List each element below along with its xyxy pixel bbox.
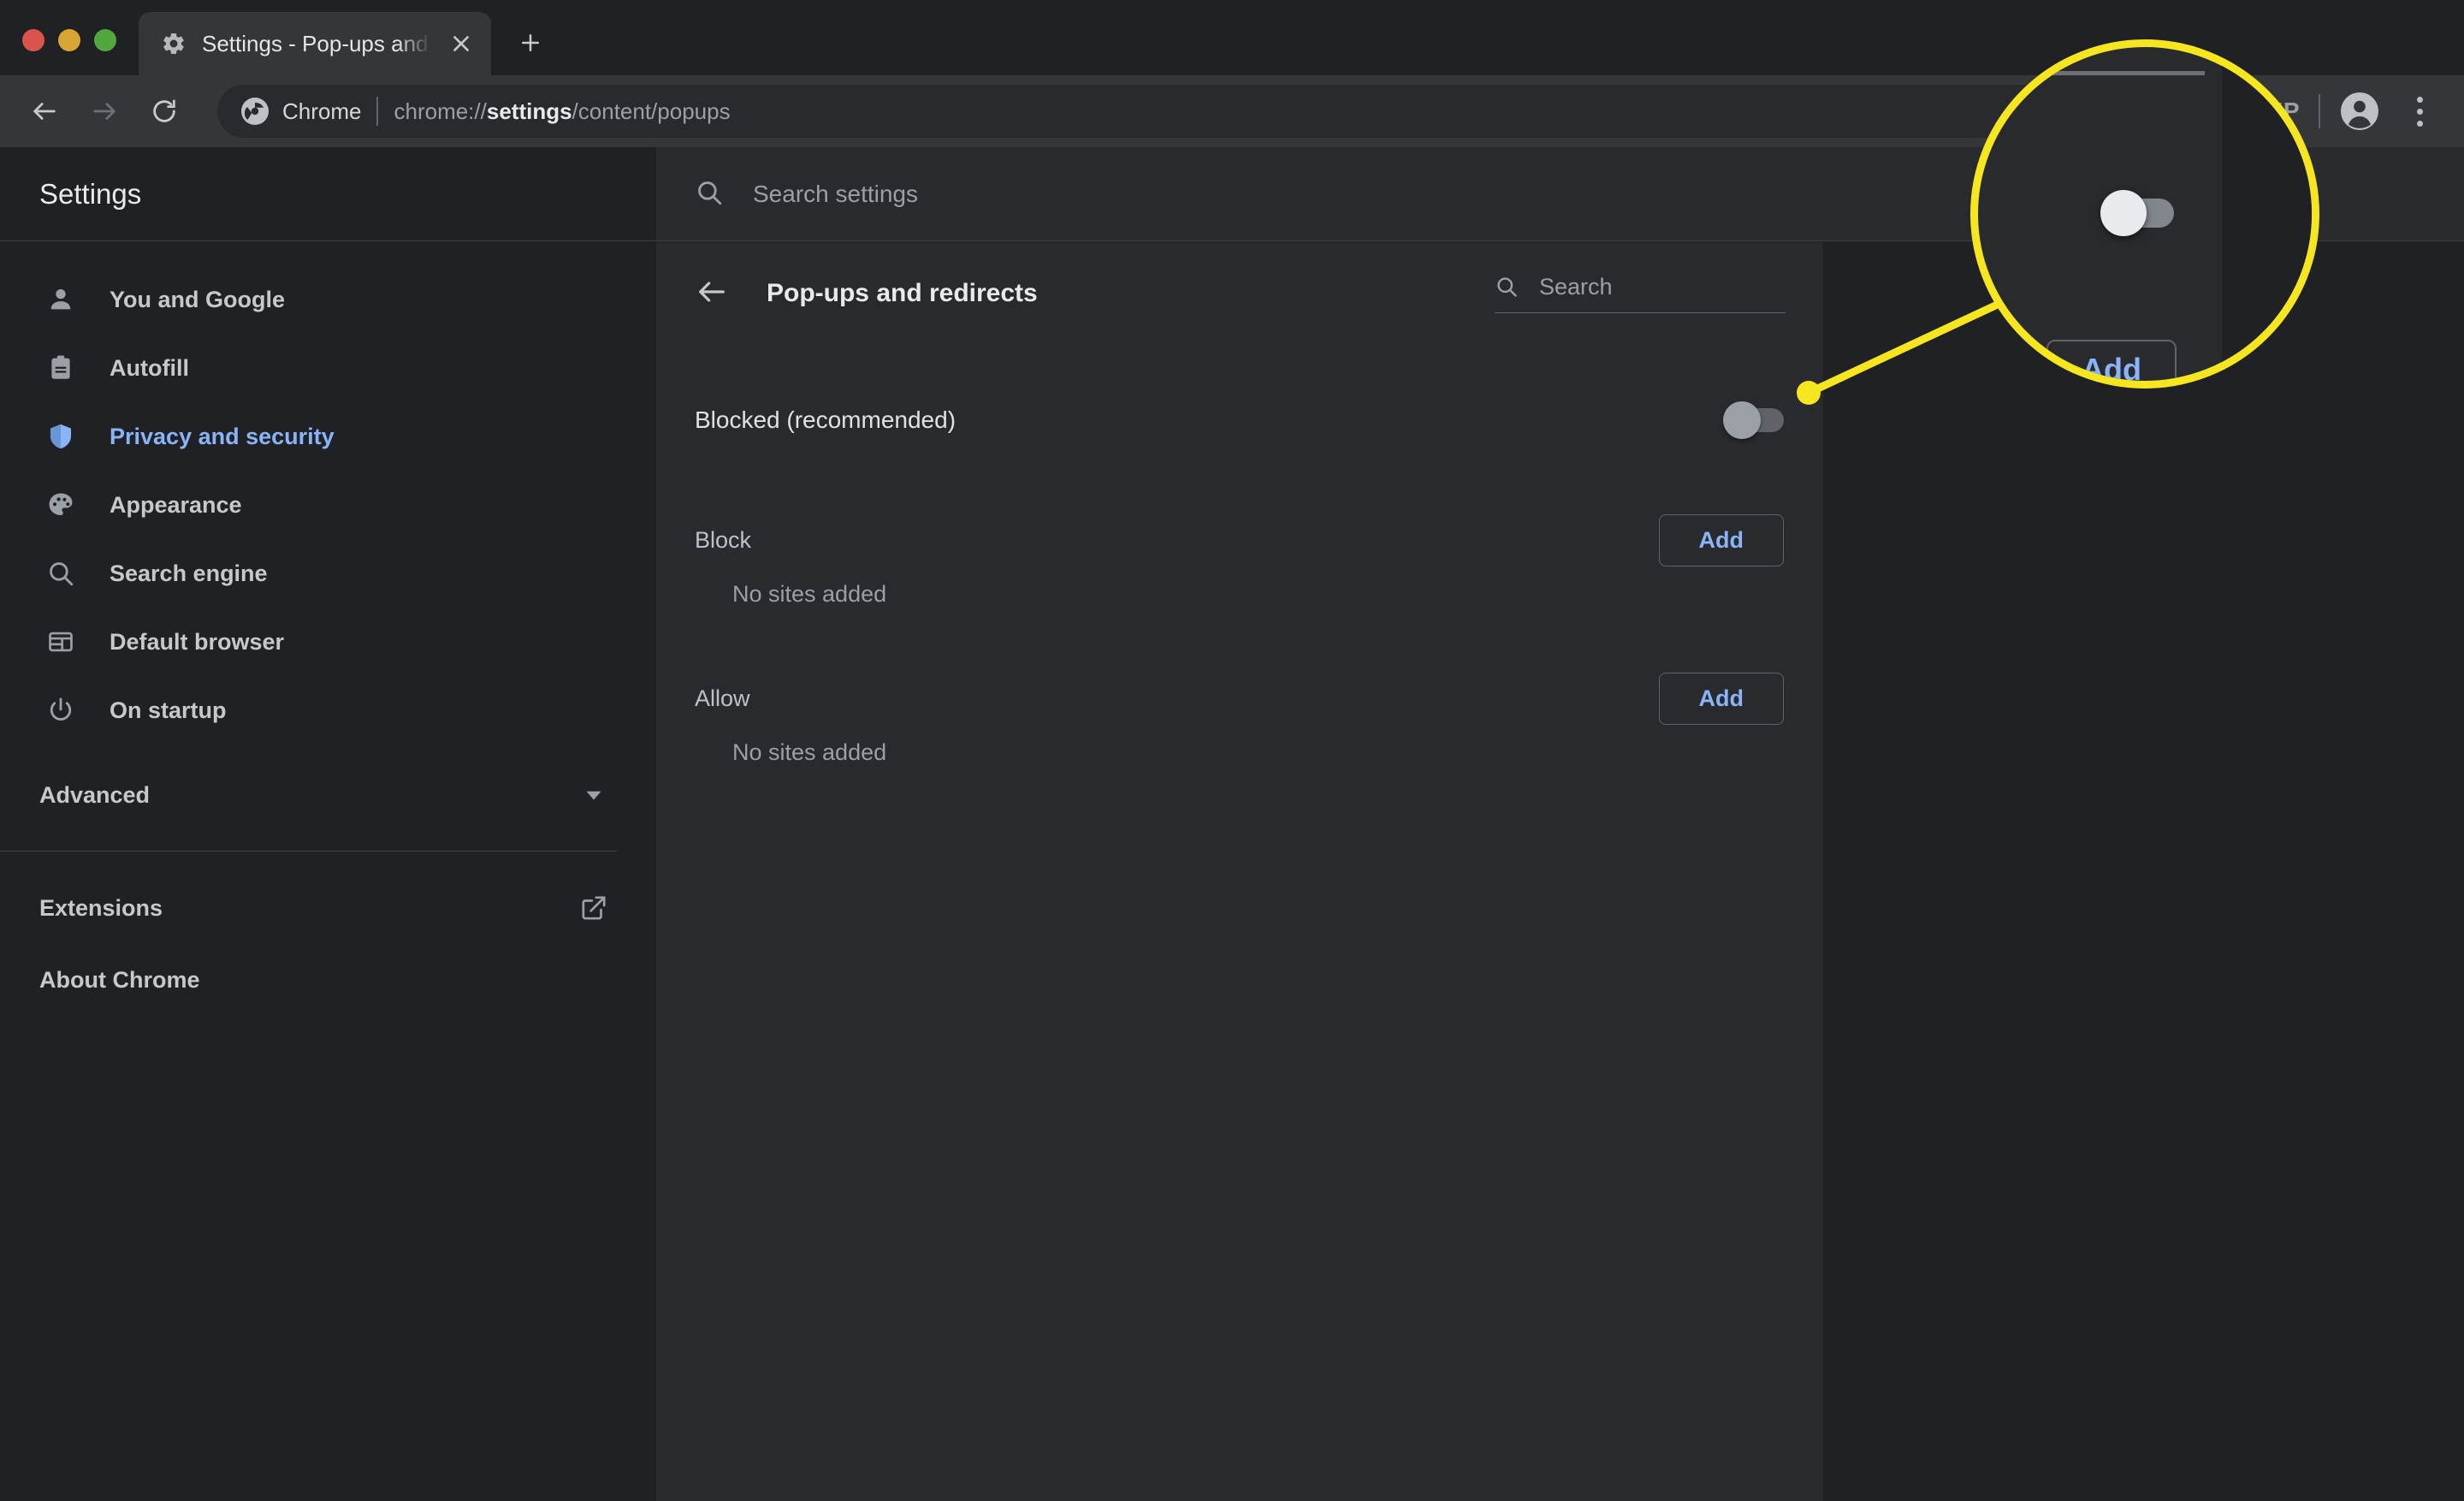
settings-page: Settings You and Google Autofill Privacy…: [0, 147, 2464, 1501]
toolbar-separator: [2319, 94, 2320, 128]
search-icon: [44, 557, 77, 590]
page-title: Settings: [39, 177, 142, 210]
profile-initials-label: NP: [2266, 98, 2300, 124]
blocked-recommended-toggle[interactable]: [1723, 401, 1784, 439]
allow-group-header: Allow Add: [657, 657, 1823, 739]
person-icon: [44, 283, 77, 316]
search-settings-bar-filler: [1823, 147, 2464, 241]
palette-icon: [44, 489, 77, 521]
toggle-knob: [1723, 401, 1761, 439]
content-subheader: Pop-ups and redirects Search: [657, 242, 1823, 345]
settings-sidebar-header: Settings: [0, 147, 656, 241]
content-page-title: Pop-ups and redirects: [767, 279, 1038, 307]
sidebar-nav-list: You and Google Autofill Privacy and secu…: [0, 241, 656, 745]
sidebar-advanced-label: Advanced: [39, 781, 151, 808]
sidebar-item-on-startup[interactable]: On startup: [0, 676, 656, 745]
sidebar-item-privacy-and-security[interactable]: Privacy and security: [0, 402, 656, 471]
sidebar-item-label: Autofill: [110, 354, 189, 381]
omnibox-chip-label: Chrome: [282, 98, 362, 124]
search-icon: [695, 178, 727, 211]
content-right-gutter: [1823, 242, 2464, 1501]
sidebar-footer: Extensions About Chrome: [0, 851, 656, 1016]
browser-window: Settings - Pop-ups and redirec: [0, 0, 2464, 1501]
arrow-left-icon[interactable]: [695, 275, 732, 312]
reload-button[interactable]: [139, 86, 190, 137]
new-tab-button[interactable]: [506, 19, 554, 67]
window-minimize-button[interactable]: [58, 29, 80, 51]
block-add-button[interactable]: Add: [1658, 513, 1784, 567]
address-bar[interactable]: Chrome chrome://settings/content/popups: [217, 85, 2254, 138]
sidebar-footer-label: Extensions: [39, 894, 163, 921]
chrome-logo-icon: [241, 98, 269, 125]
browser-tab[interactable]: Settings - Pop-ups and redirec: [139, 12, 491, 75]
browser-window-icon: [44, 626, 77, 658]
forward-button[interactable]: [79, 86, 130, 137]
window-close-button[interactable]: [22, 29, 44, 51]
settings-content-card: Pop-ups and redirects Search Blocked (re…: [657, 242, 1823, 1501]
external-link-icon: [579, 893, 608, 923]
search-settings-bar[interactable]: Search settings: [657, 147, 1823, 241]
tab-strip: Settings - Pop-ups and redirec: [0, 0, 2464, 75]
block-group-label: Block: [695, 526, 752, 553]
tab-close-icon[interactable]: [447, 29, 476, 58]
sidebar-item-about-chrome[interactable]: About Chrome: [0, 944, 656, 1016]
three-dot-menu-icon[interactable]: [2399, 91, 2440, 132]
browser-toolbar: Chrome chrome://settings/content/popups …: [0, 75, 2464, 147]
account-circle-icon[interactable]: [2339, 91, 2380, 132]
sidebar-item-label: Search engine: [110, 560, 268, 586]
allow-empty-text: No sites added: [732, 739, 887, 765]
sidebar-item-label: On startup: [110, 697, 227, 723]
sidebar-item-appearance[interactable]: Appearance: [0, 471, 656, 539]
clipboard-icon: [44, 352, 77, 384]
sidebar-item-you-and-google[interactable]: You and Google: [0, 265, 656, 334]
settings-main: Search settings Pop-ups and redirects Se…: [657, 147, 2464, 1501]
sidebar-item-advanced[interactable]: Advanced: [0, 758, 656, 832]
settings-sidebar: Settings You and Google Autofill Privacy…: [0, 147, 657, 1501]
url-suffix: /content/popups: [572, 98, 731, 124]
sidebar-item-autofill[interactable]: Autofill: [0, 334, 656, 402]
content-search-input[interactable]: Search: [1539, 274, 1613, 300]
window-maximize-button[interactable]: [94, 29, 116, 51]
blocked-recommended-row: Blocked (recommended): [657, 376, 1823, 465]
sidebar-footer-label: About Chrome: [39, 966, 200, 993]
chevron-down-icon: [579, 780, 608, 810]
block-group-header: Block Add: [657, 499, 1823, 581]
shield-icon: [44, 420, 77, 453]
omnibox-chrome-chip: Chrome: [241, 98, 361, 125]
tab-title: Settings - Pop-ups and redirec: [202, 30, 431, 56]
sidebar-item-label: Privacy and security: [110, 423, 335, 449]
toolbar-right-controls: NP: [2266, 91, 2445, 132]
search-icon: [1495, 275, 1520, 300]
block-empty-text: No sites added: [732, 581, 887, 607]
url-prefix: chrome://: [394, 98, 487, 124]
window-traffic-lights: [0, 29, 116, 75]
allow-add-button[interactable]: Add: [1658, 672, 1784, 725]
gear-icon: [161, 31, 187, 56]
back-button[interactable]: [19, 86, 70, 137]
sidebar-item-label: You and Google: [110, 286, 285, 312]
content-search-field[interactable]: Search: [1495, 274, 1786, 313]
url-bold-segment: settings: [486, 98, 572, 124]
power-icon: [44, 694, 77, 727]
allow-group-label: Allow: [695, 685, 750, 711]
sidebar-item-label: Default browser: [110, 628, 285, 655]
blocked-recommended-label: Blocked (recommended): [695, 406, 957, 433]
omnibox-url: chrome://settings/content/popups: [394, 98, 730, 125]
sidebar-item-search-engine[interactable]: Search engine: [0, 539, 656, 608]
search-settings-input[interactable]: Search settings: [753, 181, 918, 208]
sidebar-item-default-browser[interactable]: Default browser: [0, 608, 656, 676]
sidebar-item-extensions[interactable]: Extensions: [0, 872, 656, 944]
omnibox-separator: [376, 97, 379, 126]
sidebar-item-label: Appearance: [110, 491, 242, 518]
